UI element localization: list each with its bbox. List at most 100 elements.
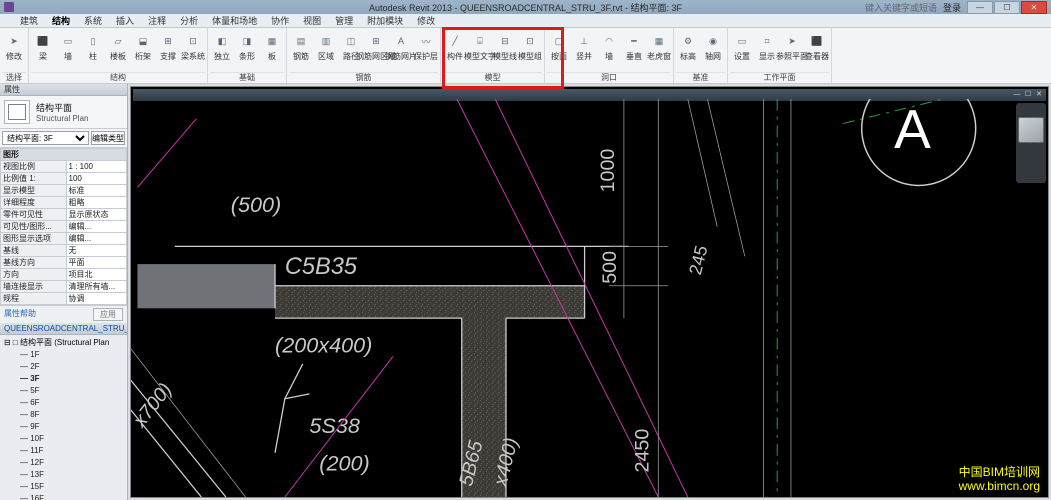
ribbon-梁[interactable]: ⬛梁 [31, 29, 55, 61]
tree-item-9F[interactable]: — 9F [14, 421, 125, 433]
prop-row[interactable]: 规程协调 [1, 293, 127, 305]
ribbon-设置[interactable]: ▭设置 [730, 29, 754, 61]
ribbon-icon: ▭ [733, 30, 751, 52]
ribbon-板[interactable]: ▦板 [260, 29, 284, 61]
ribbon-模型文字[interactable]: ⌸模型文字 [468, 29, 492, 61]
tree-item-5F[interactable]: — 5F [14, 385, 125, 397]
prop-row[interactable]: 详细程度粗略 [1, 197, 127, 209]
prop-row[interactable]: 显示模型标准 [1, 185, 127, 197]
tree-item-2F[interactable]: — 2F [14, 361, 125, 373]
prop-row[interactable]: 视图比例1 : 100 [1, 161, 127, 173]
view-canvas[interactable]: — ☐ ✕ x700) [130, 86, 1049, 498]
ribbon-老虎窗[interactable]: ▦老虎窗 [647, 29, 671, 61]
view-close-icon[interactable]: ✕ [1034, 89, 1044, 98]
properties-help-link[interactable]: 属性帮助 [4, 308, 36, 321]
prop-row[interactable]: 图形显示选项编辑... [1, 233, 127, 245]
tab-结构[interactable]: 结构 [52, 14, 70, 27]
ribbon-梁系统[interactable]: ⊡梁系统 [181, 29, 205, 61]
tree-item-10F[interactable]: — 10F [14, 433, 125, 445]
tab-分析[interactable]: 分析 [180, 14, 198, 27]
prop-row[interactable]: 比例值 1:100 [1, 173, 127, 185]
tab-插入[interactable]: 插入 [116, 14, 134, 27]
ribbon-icon: ⌗ [758, 30, 776, 52]
ribbon-钢筋[interactable]: ▤钢筋 [289, 29, 313, 61]
prop-row[interactable]: 方向项目北 [1, 269, 127, 281]
ribbon-墙[interactable]: ◠墙 [597, 29, 621, 61]
tree-item-3F[interactable]: — 3F [14, 373, 125, 385]
tree-item-6F[interactable]: — 6F [14, 397, 125, 409]
prop-row[interactable]: 基线无 [1, 245, 127, 257]
ribbon-支撑[interactable]: ⊞支撑 [156, 29, 180, 61]
ribbon-楼板[interactable]: ▱楼板 [106, 29, 130, 61]
ribbon-group-title: 工作平面 [730, 72, 829, 83]
tree-item-13F[interactable]: — 13F [14, 469, 125, 481]
prop-row[interactable]: 基线方向平面 [1, 257, 127, 269]
view-min-icon[interactable]: — [1012, 89, 1022, 98]
ribbon-group-title: 结构 [31, 72, 205, 83]
ribbon-icon: ▯ [84, 30, 102, 52]
tab-建筑[interactable]: 建筑 [20, 14, 38, 27]
ribbon-垂直[interactable]: ━垂直 [622, 29, 646, 61]
project-browser-tree[interactable]: ⊟ □ 结构平面 (Structural Plan— 1F— 2F— 3F— 5… [0, 335, 127, 500]
ribbon-参照平面[interactable]: ➤参照平面 [780, 29, 804, 61]
prop-row[interactable]: 墙连接显示清理所有墙... [1, 281, 127, 293]
ribbon-独立[interactable]: ◧独立 [210, 29, 234, 61]
size-200: (200) [319, 450, 369, 475]
edit-type-button[interactable]: 编辑类型 [91, 131, 125, 145]
ribbon-墙[interactable]: ▭墙 [56, 29, 80, 61]
ribbon-按面[interactable]: ▢按面 [547, 29, 571, 61]
properties-table: 图形视图比例1 : 100比例值 1:100显示模型标准详细程度粗略零件可见性显… [0, 148, 127, 305]
title-app: Autodesk Revit 2013 - [369, 3, 458, 13]
ribbon-group-title: 模型 [443, 72, 542, 83]
ribbon-icon: ⬓ [134, 30, 152, 52]
ribbon-标高[interactable]: ⚙标高 [676, 29, 700, 61]
window-min[interactable]: — [967, 1, 993, 14]
tab-系统[interactable]: 系统 [84, 14, 102, 27]
search-placeholder[interactable]: 键入关键字或短语 [865, 1, 937, 14]
ribbon-icon: ╱ [446, 30, 464, 52]
ribbon-模型线[interactable]: ⊟模型线 [493, 29, 517, 61]
instance-selector[interactable]: 结构平面: 3F [2, 131, 89, 145]
ribbon-桁架[interactable]: ⬓桁架 [131, 29, 155, 61]
tab-管理[interactable]: 管理 [335, 14, 353, 27]
prop-row[interactable]: 可见性/图形...编辑... [1, 221, 127, 233]
tab-协作[interactable]: 协作 [271, 14, 289, 27]
tree-item-11F[interactable]: — 11F [14, 445, 125, 457]
tree-item-16F[interactable]: — 16F [14, 493, 125, 500]
tab-体量和场地[interactable]: 体量和场地 [212, 14, 257, 27]
window-max[interactable]: ☐ [994, 1, 1020, 14]
ribbon-icon: ▦ [650, 30, 668, 52]
ribbon-修改[interactable]: ➤修改 [2, 29, 26, 61]
window-close[interactable]: ✕ [1021, 1, 1047, 14]
ribbon-group-title: 钢筋 [289, 72, 438, 83]
ribbon-查看器[interactable]: ⬛查看器 [805, 29, 829, 61]
tree-item-12F[interactable]: — 12F [14, 457, 125, 469]
ribbon-icon: ◫ [342, 30, 360, 52]
ribbon-icon: ➤ [783, 30, 801, 52]
ribbon-竖井[interactable]: ⊥竖井 [572, 29, 596, 61]
tree-item-1F[interactable]: — 1F [14, 349, 125, 361]
size-200x400: (200x400) [275, 333, 372, 358]
ribbon-icon: ⊞ [367, 30, 385, 52]
ribbon-icon: ▭ [59, 30, 77, 52]
prop-row[interactable]: 零件可见性显示原状态 [1, 209, 127, 221]
apply-button[interactable]: 应用 [93, 308, 123, 321]
ribbon-icon: 〰 [417, 30, 435, 52]
tab-修改[interactable]: 修改 [417, 14, 435, 27]
dim-245: 245 [685, 243, 712, 277]
ribbon-icon: ▱ [109, 30, 127, 52]
ribbon-钢筋网片[interactable]: A钢筋网片 [389, 29, 413, 61]
tree-item-15F[interactable]: — 15F [14, 481, 125, 493]
tree-item-8F[interactable]: — 8F [14, 409, 125, 421]
tab-附加模块[interactable]: 附加模块 [367, 14, 403, 27]
user-label[interactable]: 登录 [943, 1, 961, 14]
ribbon-轴网[interactable]: ◉轴网 [701, 29, 725, 61]
ribbon-柱[interactable]: ▯柱 [81, 29, 105, 61]
view-max-icon[interactable]: ☐ [1023, 89, 1033, 98]
tab-注释[interactable]: 注释 [148, 14, 166, 27]
ribbon-模型组[interactable]: ⊡模型组 [518, 29, 542, 61]
ribbon-区域[interactable]: ▥区域 [314, 29, 338, 61]
ribbon-保护层[interactable]: 〰保护层 [414, 29, 438, 61]
ribbon-条形[interactable]: ◨条形 [235, 29, 259, 61]
tab-视图[interactable]: 视图 [303, 14, 321, 27]
